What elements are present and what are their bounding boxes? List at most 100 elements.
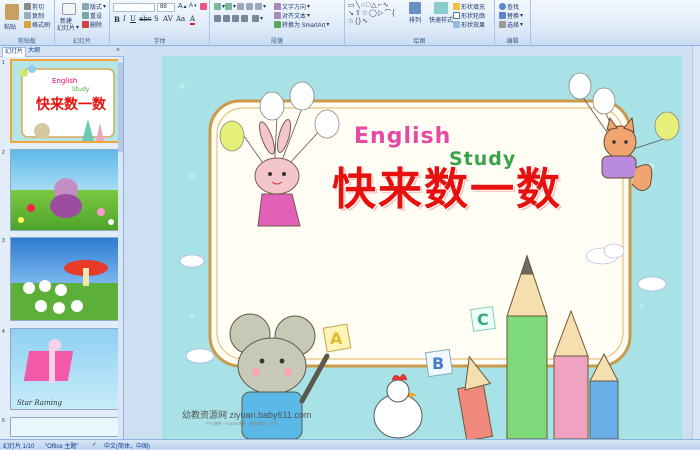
reset-button[interactable]: 重设 [82,11,102,20]
brush-icon [24,21,31,28]
shape-effects-button[interactable]: 形状效果 [453,20,485,29]
replace-icon [499,12,506,19]
replace-button[interactable]: 替换 ▾ [499,11,523,20]
slide-canvas[interactable]: A B C English Study 快来数一数 幼教资源网 ziyuan.b… [162,56,682,439]
english-text: English [354,124,452,149]
canvas-scrollbar[interactable] [692,46,700,439]
slide-number: 5 [2,418,5,424]
panel-scroll-thumb[interactable] [118,62,123,152]
quick-styles-icon [434,2,448,14]
spellcheck-icon[interactable]: ✓ [92,441,97,448]
slide-number: 4 [2,329,5,335]
svg-text:快来数一数: 快来数一数 [36,96,107,113]
bullets-icon [214,3,221,10]
italic-button[interactable]: I [123,15,126,23]
slide-title[interactable]: 快来数一数 [317,153,577,217]
align-right-button[interactable] [232,15,239,22]
slide-thumb-1[interactable]: English Study 快来数一数 [10,59,122,143]
slides-panel: 幻灯片 大纲 × 1 English Study 快来数一数 2 3 4 Sta… [0,46,124,439]
justify-button[interactable] [241,15,248,22]
watermark-subtext: PPT课件 · FLASH课件 · 教案教案 · 试卷 [206,421,278,426]
slide-thumb-3[interactable] [10,237,122,321]
eraser-icon [200,3,207,10]
paste-button[interactable]: 粘贴 [4,22,16,31]
layout-button[interactable]: 版式 ▾ [82,2,106,11]
align-text-button[interactable]: 对齐文本 ▾ [274,11,310,20]
select-button[interactable]: 选择 ▾ [499,20,523,29]
quick-styles-button[interactable]: 快速样式 [429,2,453,24]
font-size-combo[interactable]: 88 [157,3,175,12]
slide-number: 2 [2,150,5,156]
case-button[interactable]: Aa [176,15,185,23]
align-text-icon [274,12,281,19]
tab-slides[interactable]: 幻灯片 [2,47,27,57]
numbering-button[interactable]: ▾ [225,3,236,10]
align-left-icon [214,15,221,22]
shadow-button[interactable]: S [154,15,159,23]
format-painter-button[interactable]: 格式刷 [24,20,50,29]
paste-icon[interactable] [5,4,19,20]
text-direction-button[interactable]: 文字方向 ▾ [274,2,310,11]
watermark-text: 幼教资源网 ziyuan.baby611.com [182,410,312,420]
block-letter-c: C [477,310,489,329]
find-icon [499,3,506,10]
layout-icon [82,3,89,10]
justify-icon [241,15,248,22]
spacing-button[interactable]: AV [163,15,173,23]
strike-button[interactable]: abc [139,15,152,23]
bold-button[interactable]: B [114,15,120,24]
tab-outline[interactable]: 大纲 [26,47,42,57]
slide-thumb-5[interactable] [10,417,122,437]
decrease-indent-button[interactable] [237,3,244,10]
underline-button[interactable]: U [130,15,136,23]
shape-outline-button[interactable]: 形状轮廓 [453,11,485,20]
svg-text:Study: Study [72,86,90,93]
line-spacing-button[interactable]: ▾ [255,3,266,10]
smartart-icon [274,21,281,28]
shape-fill-button[interactable]: 形状填充 [453,2,485,11]
line-spacing-icon [255,3,262,10]
arrange-button[interactable]: 排列 [409,2,421,24]
thumb-3-art [23,260,108,314]
ribbon: 粘贴 剪切 复制 格式刷 剪贴板 新建 幻灯片 ▾ 版式 ▾ 重设 删除 幻灯片 8… [0,0,700,46]
group-label-paragraph: 段落 [270,39,283,45]
cut-button[interactable]: 剪切 [24,2,44,11]
drawing-group: ▭╲○□△⌐∿ ↘⇧☆◯▷⌒{☆{}∿ 排列 快速样式 形状填充 形状轮廓 形状效… [345,0,495,46]
shrink-font-button[interactable]: A ▾ [189,3,197,9]
copy-button[interactable]: 复制 [24,11,44,20]
close-icon[interactable]: × [116,47,120,54]
svg-text:English: English [52,77,77,85]
find-button[interactable]: 查找 [499,2,519,11]
new-slide-button-line2[interactable]: 幻灯片 ▾ [57,23,79,32]
delete-button[interactable]: 删除 [82,20,102,29]
font-name-combo[interactable] [113,3,155,12]
clear-format-button[interactable] [200,3,207,10]
align-left-button[interactable] [214,15,221,22]
slide-number: 1 [2,60,5,66]
group-label-font: 字体 [153,39,166,45]
smartart-button[interactable]: 转换为 SmartArt ▾ [274,20,329,29]
scissors-icon [24,3,31,10]
font-color-button[interactable]: A [190,15,196,25]
group-label-clipboard: 剪贴板 [17,39,36,45]
numbering-icon [225,3,232,10]
grow-font-button[interactable]: A ▴ [178,3,187,10]
shapes-gallery[interactable]: ▭╲○□△⌐∿ ↘⇧☆◯▷⌒{☆{}∿ [348,2,406,28]
text-direction-icon [274,3,281,10]
slide-thumb-2[interactable] [10,149,122,231]
align-center-button[interactable] [223,15,230,22]
arrange-icon [409,2,421,14]
align-right-icon [232,15,239,22]
bullets-button[interactable]: ▾ [214,3,225,10]
group-label-slides: 幻灯片 [72,39,91,45]
thumb-1-art: English Study 快来数一数 [20,65,115,141]
new-slide-icon[interactable] [62,3,76,15]
slide-canvas-area: A B C English Study 快来数一数 幼教资源网 ziyuan.b… [125,46,700,439]
columns-button[interactable]: ▾ [252,15,263,22]
thumb-2-art [18,178,114,225]
slide-art: A B C [179,72,680,439]
increase-indent-button[interactable] [246,3,253,10]
paragraph-group: ▾ ▾ ▾ ▾ 文字方向 ▾ 对齐文本 ▾ 转换为 SmartArt ▾ 段落 [210,0,345,46]
align-center-icon [223,15,230,22]
slide-thumb-4[interactable]: Star Raining [10,328,122,410]
